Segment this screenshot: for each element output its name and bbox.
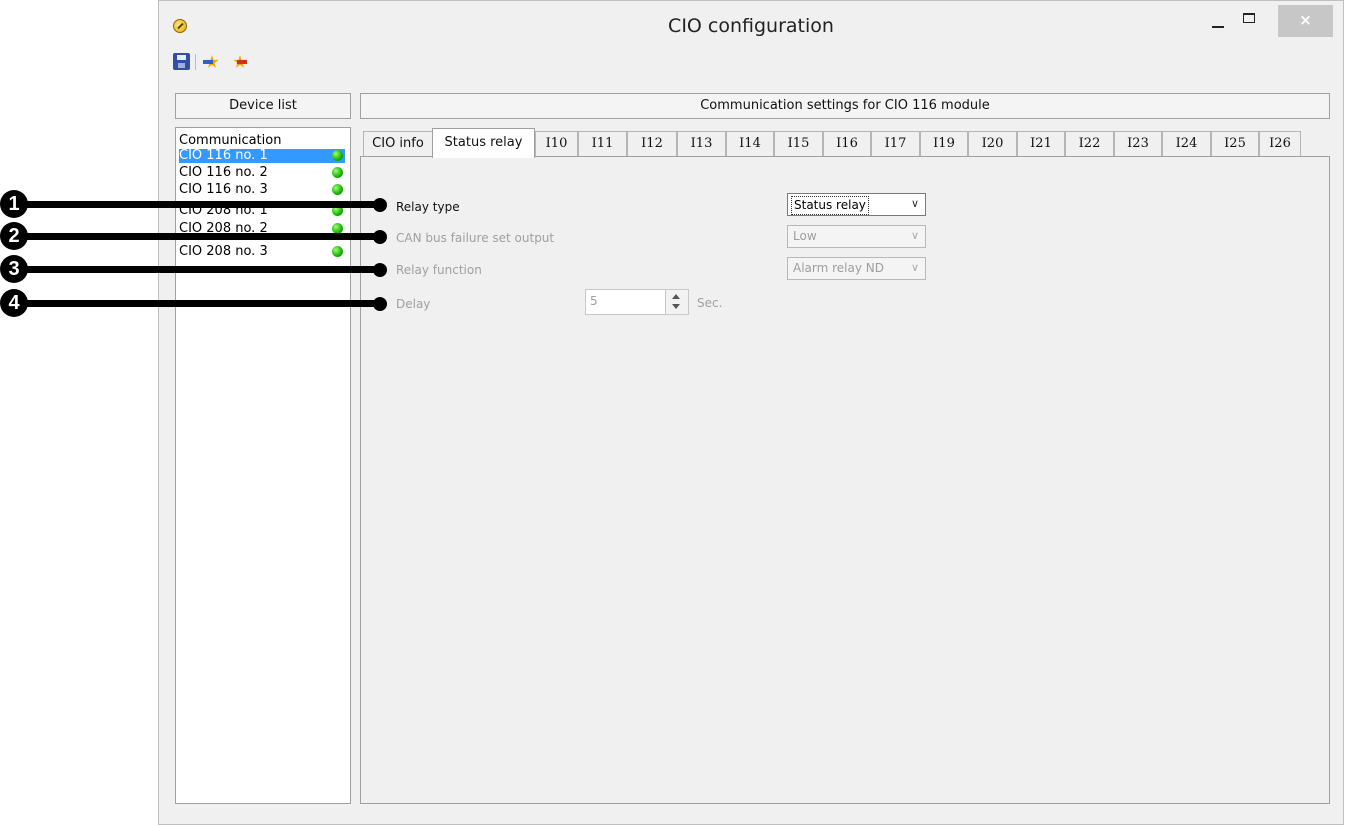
can-bus-failure-label: CAN bus failure set output — [396, 231, 555, 245]
status-ok-icon — [332, 150, 343, 161]
tab-i26[interactable]: I26 — [1259, 131, 1301, 156]
chevron-down-icon: ∨ — [910, 229, 919, 242]
status-ok-icon — [332, 246, 343, 257]
tab-i12[interactable]: I12 — [627, 131, 677, 156]
device-list-item-cio-116-no-2[interactable]: CIO 116 no. 2 — [179, 166, 345, 180]
write-config-icon[interactable] — [231, 53, 248, 70]
tab-i21[interactable]: I21 — [1017, 131, 1065, 156]
tab-i16[interactable]: I16 — [823, 131, 871, 156]
delay-spinner: 5 — [585, 289, 689, 315]
device-list-item-cio-208-no-3[interactable]: CIO 208 no. 3 — [179, 245, 345, 259]
tab-i14[interactable]: I14 — [726, 131, 774, 156]
status-ok-icon — [332, 167, 343, 178]
callout-dot-4 — [373, 297, 387, 311]
tab-status-relay[interactable]: Status relay — [432, 128, 535, 158]
device-list-item-cio-116-no-3[interactable]: CIO 116 no. 3 — [179, 183, 345, 197]
device-list[interactable]: Communication CIO 116 no. 1 CIO 116 no. … — [175, 127, 351, 804]
device-list-item-cio-116-no-1[interactable]: CIO 116 no. 1 — [179, 149, 345, 163]
relay-function-select: Alarm relay ND ∨ — [787, 257, 926, 280]
tab-i20[interactable]: I20 — [968, 131, 1017, 156]
tab-i13[interactable]: I13 — [677, 131, 726, 156]
chevron-down-icon: ∨ — [910, 261, 919, 274]
minimize-button[interactable] — [1206, 7, 1230, 37]
status-ok-icon — [332, 184, 343, 195]
delay-value: 5 — [590, 294, 598, 308]
close-button[interactable]: × — [1278, 5, 1333, 37]
callout-line-1 — [20, 201, 380, 208]
tab-i24[interactable]: I24 — [1162, 131, 1211, 156]
close-icon: × — [1299, 11, 1312, 29]
tab-i15[interactable]: I15 — [774, 131, 823, 156]
relay-type-select[interactable]: Status relay ∨ — [787, 193, 926, 216]
read-config-icon[interactable] — [203, 53, 220, 70]
callout-dot-2 — [373, 230, 387, 244]
relay-function-value: Alarm relay ND — [793, 261, 884, 275]
title-bar[interactable]: CIO configuration × — [159, 1, 1343, 41]
tab-i11[interactable]: I11 — [578, 131, 627, 156]
save-icon[interactable] — [173, 53, 190, 70]
tab-i25[interactable]: I25 — [1211, 131, 1259, 156]
cio-configuration-window: CIO configuration × Device list Communic… — [158, 0, 1344, 825]
chevron-down-icon: ∨ — [910, 197, 919, 210]
delay-label: Delay — [396, 297, 431, 311]
callout-line-4 — [20, 300, 380, 307]
spinner-up-icon — [672, 294, 680, 299]
relay-function-label: Relay function — [396, 263, 482, 277]
callout-dot-3 — [373, 263, 387, 277]
communication-settings-header: Communication settings for CIO 116 modul… — [360, 93, 1330, 119]
callout-dot-1 — [373, 198, 387, 212]
callout-line-2 — [20, 233, 380, 240]
delay-spinner-buttons — [665, 290, 688, 314]
device-list-item-communication[interactable]: Communication — [179, 134, 345, 148]
spinner-down-icon — [672, 304, 680, 309]
tab-i23[interactable]: I23 — [1114, 131, 1162, 156]
status-relay-tab-panel: Relay type Status relay ∨ CAN bus failur… — [360, 156, 1330, 804]
can-bus-failure-value: Low — [793, 229, 817, 243]
device-list-header: Device list — [175, 93, 351, 119]
can-bus-failure-select: Low ∨ — [787, 225, 926, 248]
window-title: CIO configuration — [668, 15, 834, 37]
tab-i19[interactable]: I19 — [920, 131, 968, 156]
tab-i17[interactable]: I17 — [871, 131, 920, 156]
maximize-button[interactable] — [1235, 7, 1263, 37]
tab-i10[interactable]: I10 — [535, 131, 578, 156]
callout-line-3 — [20, 266, 380, 273]
toolbar-separator — [195, 54, 196, 70]
delay-unit: Sec. — [697, 296, 723, 310]
tab-cio-info[interactable]: CIO info — [363, 131, 433, 156]
relay-type-value: Status relay — [791, 196, 869, 215]
relay-type-label: Relay type — [396, 200, 460, 214]
tab-i22[interactable]: I22 — [1065, 131, 1114, 156]
